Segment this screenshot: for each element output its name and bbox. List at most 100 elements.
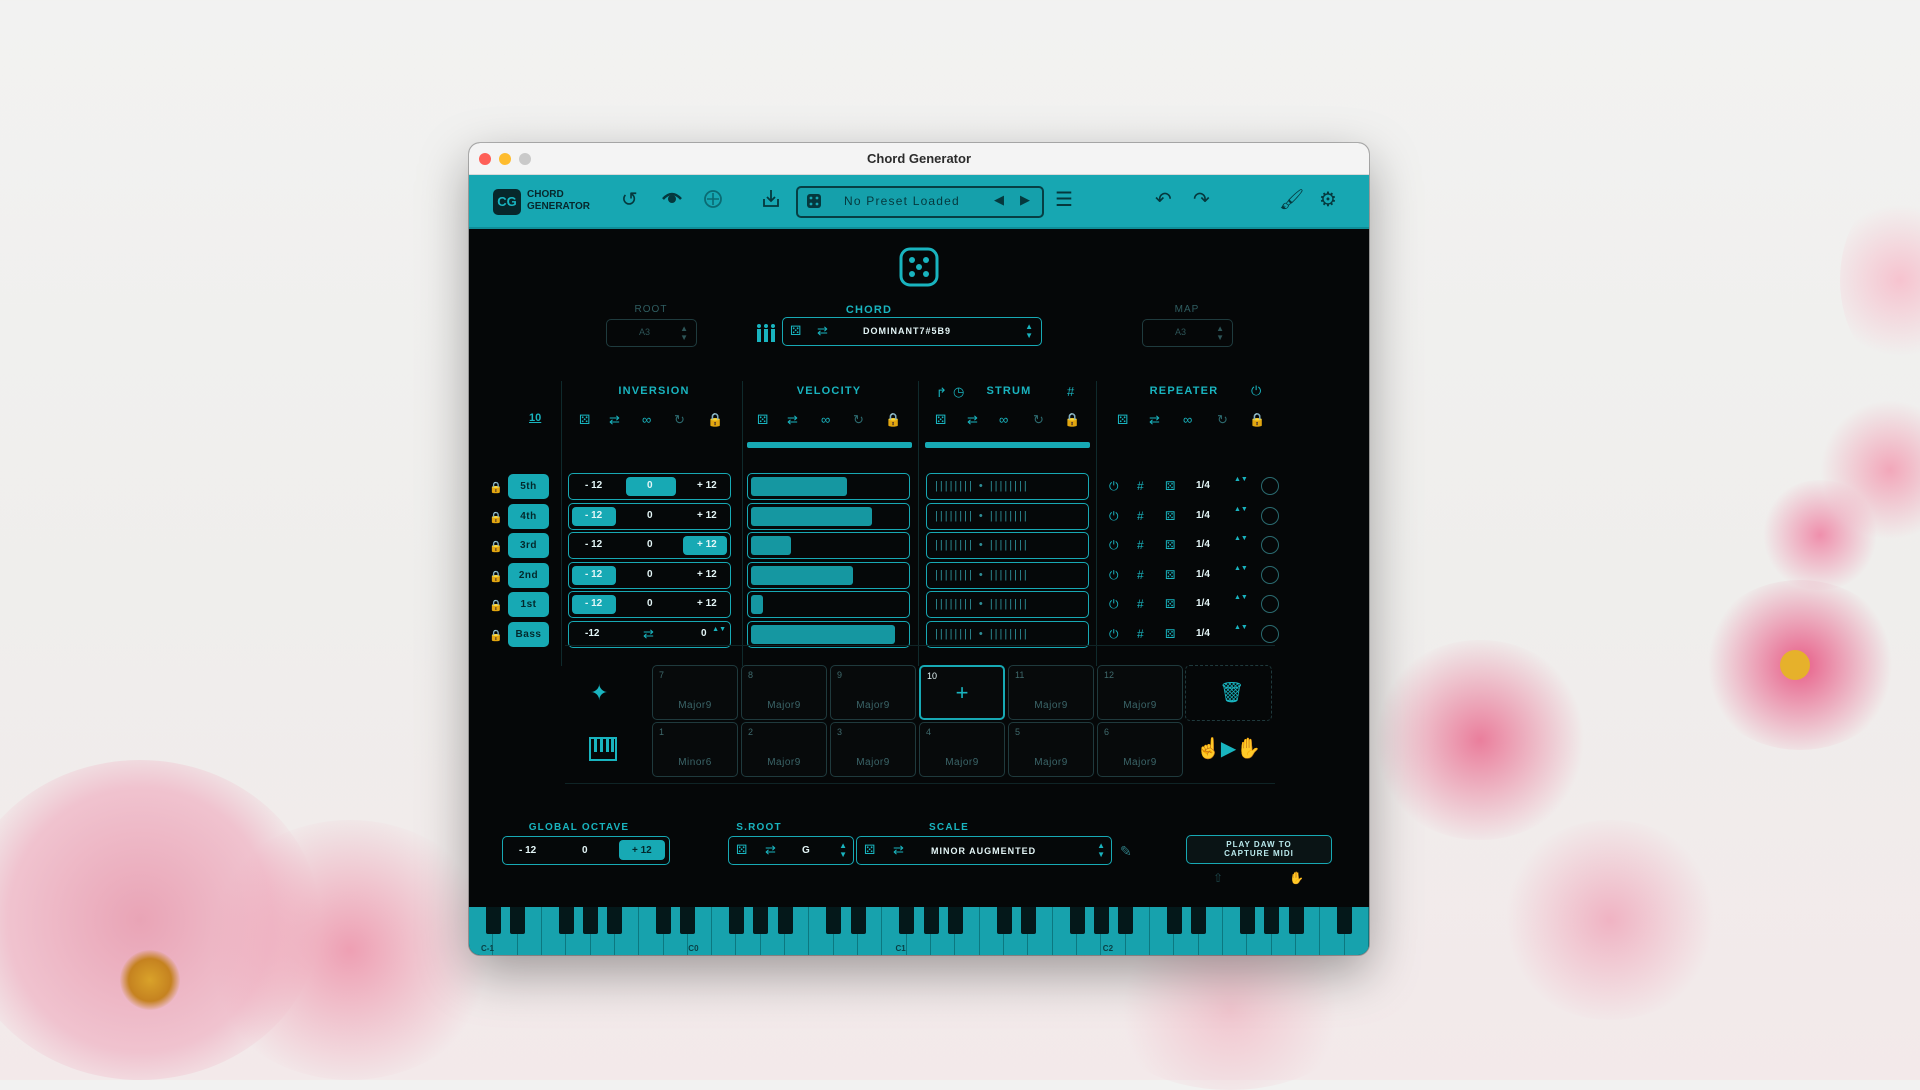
- grid-icon[interactable]: #: [1137, 479, 1144, 493]
- undo-icon[interactable]: ↶: [1155, 187, 1172, 213]
- velocity-master-bar[interactable]: [747, 442, 912, 448]
- grid-icon[interactable]: #: [1137, 509, 1144, 523]
- bass-value[interactable]: 0: [701, 628, 707, 639]
- repeat-rate[interactable]: 1/4: [1196, 569, 1210, 580]
- grid-icon[interactable]: #: [1067, 385, 1074, 399]
- inversion-pos[interactable]: + 12: [697, 598, 717, 609]
- black-key[interactable]: [680, 907, 696, 934]
- capture-midi-button[interactable]: PLAY DAW TO CAPTURE MIDI: [1186, 835, 1332, 864]
- inversion-selector[interactable]: - 12 0 + 12: [568, 502, 731, 530]
- black-key[interactable]: [1239, 907, 1255, 934]
- inversion-neg[interactable]: - 12: [585, 598, 602, 609]
- shuffle-icon[interactable]: ⇄: [893, 843, 904, 857]
- shuffle-icon[interactable]: ⇄: [787, 413, 798, 427]
- black-key[interactable]: [1191, 907, 1207, 934]
- black-key[interactable]: [1021, 907, 1036, 934]
- inversion-neg[interactable]: -12: [585, 628, 599, 639]
- add-chord-icon[interactable]: +: [921, 680, 1003, 706]
- strum-master-bar[interactable]: [925, 442, 1090, 448]
- link-icon[interactable]: ∞: [642, 413, 651, 427]
- black-key[interactable]: [850, 907, 866, 934]
- lock-icon[interactable]: 🔒: [707, 413, 723, 427]
- black-key[interactable]: [753, 907, 769, 934]
- grid-icon[interactable]: #: [1137, 597, 1144, 611]
- map-selector[interactable]: A3 ▲ ▼: [1142, 319, 1233, 347]
- strum-slider[interactable]: |||||||| • ||||||||: [926, 473, 1089, 500]
- inversion-neg[interactable]: - 12: [585, 510, 602, 521]
- next-arrow-icon[interactable]: ▶: [1020, 192, 1030, 208]
- velocity-slider[interactable]: [747, 591, 910, 618]
- redo-icon[interactable]: ↷: [1193, 187, 1210, 213]
- dice-icon[interactable]: ⚄: [1165, 509, 1175, 523]
- piano-icon[interactable]: [589, 737, 617, 766]
- velocity-slider[interactable]: [747, 620, 910, 648]
- lock-icon[interactable]: 🔒: [489, 570, 503, 583]
- black-key[interactable]: [729, 907, 745, 934]
- repeat-rate[interactable]: 1/4: [1196, 510, 1210, 521]
- velocity-slider[interactable]: [747, 561, 910, 589]
- power-icon[interactable]: ⏻: [1109, 597, 1119, 612]
- strum-direction-icon[interactable]: ↱: [936, 386, 947, 400]
- reset-icon[interactable]: ↻: [674, 413, 685, 427]
- strum-slider[interactable]: |||||||| • ||||||||: [926, 561, 1089, 589]
- voice-tag[interactable]: 5th: [508, 474, 549, 499]
- dice-icon[interactable]: ⚄: [935, 413, 946, 427]
- inversion-pos[interactable]: + 12: [697, 480, 717, 491]
- grid-icon[interactable]: #: [1137, 568, 1144, 582]
- chord-pad[interactable]: 1 Minor6: [652, 722, 738, 777]
- inversion-mid[interactable]: 0: [647, 539, 653, 550]
- strum-slider[interactable]: |||||||| • ||||||||: [926, 502, 1089, 530]
- inversion-selector[interactable]: - 12 0 + 12: [568, 561, 731, 589]
- repeat-toggle[interactable]: [1261, 506, 1279, 525]
- lock-icon[interactable]: 🔒: [1249, 413, 1265, 427]
- voice-tag[interactable]: Bass: [508, 621, 549, 647]
- dice-icon[interactable]: [806, 193, 822, 214]
- dice-icon[interactable]: ⚄: [1165, 538, 1175, 552]
- close-window-button[interactable]: [479, 153, 491, 165]
- chord-pad[interactable]: 6 Major9: [1097, 722, 1183, 777]
- drag-midi-icon[interactable]: ✋: [1289, 871, 1304, 885]
- chord-pad[interactable]: 3 Major9: [830, 722, 916, 777]
- download-icon[interactable]: [761, 187, 781, 216]
- velocity-slider[interactable]: [747, 473, 910, 500]
- repeat-toggle[interactable]: [1261, 536, 1279, 554]
- chord-pad[interactable]: 7 Major9: [652, 665, 738, 720]
- inversion-neg[interactable]: - 12: [585, 480, 602, 491]
- black-key[interactable]: [510, 907, 526, 934]
- voice-tag[interactable]: 4th: [508, 503, 549, 529]
- reset-icon[interactable]: ↻: [1033, 413, 1044, 427]
- shuffle-icon[interactable]: ⇄: [1149, 413, 1160, 427]
- shuffle-icon[interactable]: ⇄: [967, 413, 978, 427]
- lock-icon[interactable]: 🔒: [489, 599, 503, 612]
- shuffle-icon[interactable]: ⇄: [643, 626, 654, 641]
- scale-stepper-icon[interactable]: ▲ ▼: [1097, 841, 1105, 859]
- dice-icon[interactable]: ⚄: [864, 843, 875, 857]
- link-icon[interactable]: ∞: [1183, 413, 1192, 427]
- gear-icon[interactable]: ⚙: [1319, 187, 1337, 213]
- dice-icon[interactable]: ⚄: [1165, 597, 1175, 611]
- inversion-selector[interactable]: - 12 0 + 12: [568, 532, 731, 559]
- chord-selector[interactable]: ⚄ ⇄ DOMINANT7#5B9 ▲ ▼: [782, 317, 1042, 346]
- black-key[interactable]: [1093, 907, 1109, 934]
- repeat-toggle[interactable]: [1261, 624, 1279, 643]
- map-stepper-icon[interactable]: ▲ ▼: [1216, 324, 1224, 342]
- black-key[interactable]: [899, 907, 915, 934]
- chord-pad[interactable]: 12 Major9: [1097, 665, 1183, 720]
- inversion-neg[interactable]: - 12: [585, 539, 602, 550]
- rate-stepper-icon[interactable]: ▲▼: [1234, 506, 1248, 514]
- pencil-icon[interactable]: ✎: [1120, 843, 1132, 860]
- black-key[interactable]: [485, 907, 501, 934]
- strum-slider[interactable]: |||||||| • ||||||||: [926, 532, 1089, 559]
- rate-stepper-icon[interactable]: ▲▼: [1234, 476, 1248, 484]
- dice-icon[interactable]: ⚄: [1165, 627, 1175, 641]
- velocity-slider[interactable]: [747, 532, 910, 559]
- dice-icon[interactable]: ⚄: [1165, 568, 1175, 582]
- menu-icon[interactable]: ☰: [1055, 187, 1073, 213]
- grid-icon[interactable]: #: [1137, 627, 1144, 641]
- link-icon[interactable]: ∞: [821, 413, 830, 427]
- chord-pad[interactable]: 2 Major9: [741, 722, 827, 777]
- lock-icon[interactable]: 🔒: [489, 629, 503, 642]
- export-icon[interactable]: ⇧: [1213, 871, 1223, 885]
- target-icon[interactable]: [703, 187, 723, 216]
- hand-drag-icon[interactable]: ✋: [1236, 736, 1261, 761]
